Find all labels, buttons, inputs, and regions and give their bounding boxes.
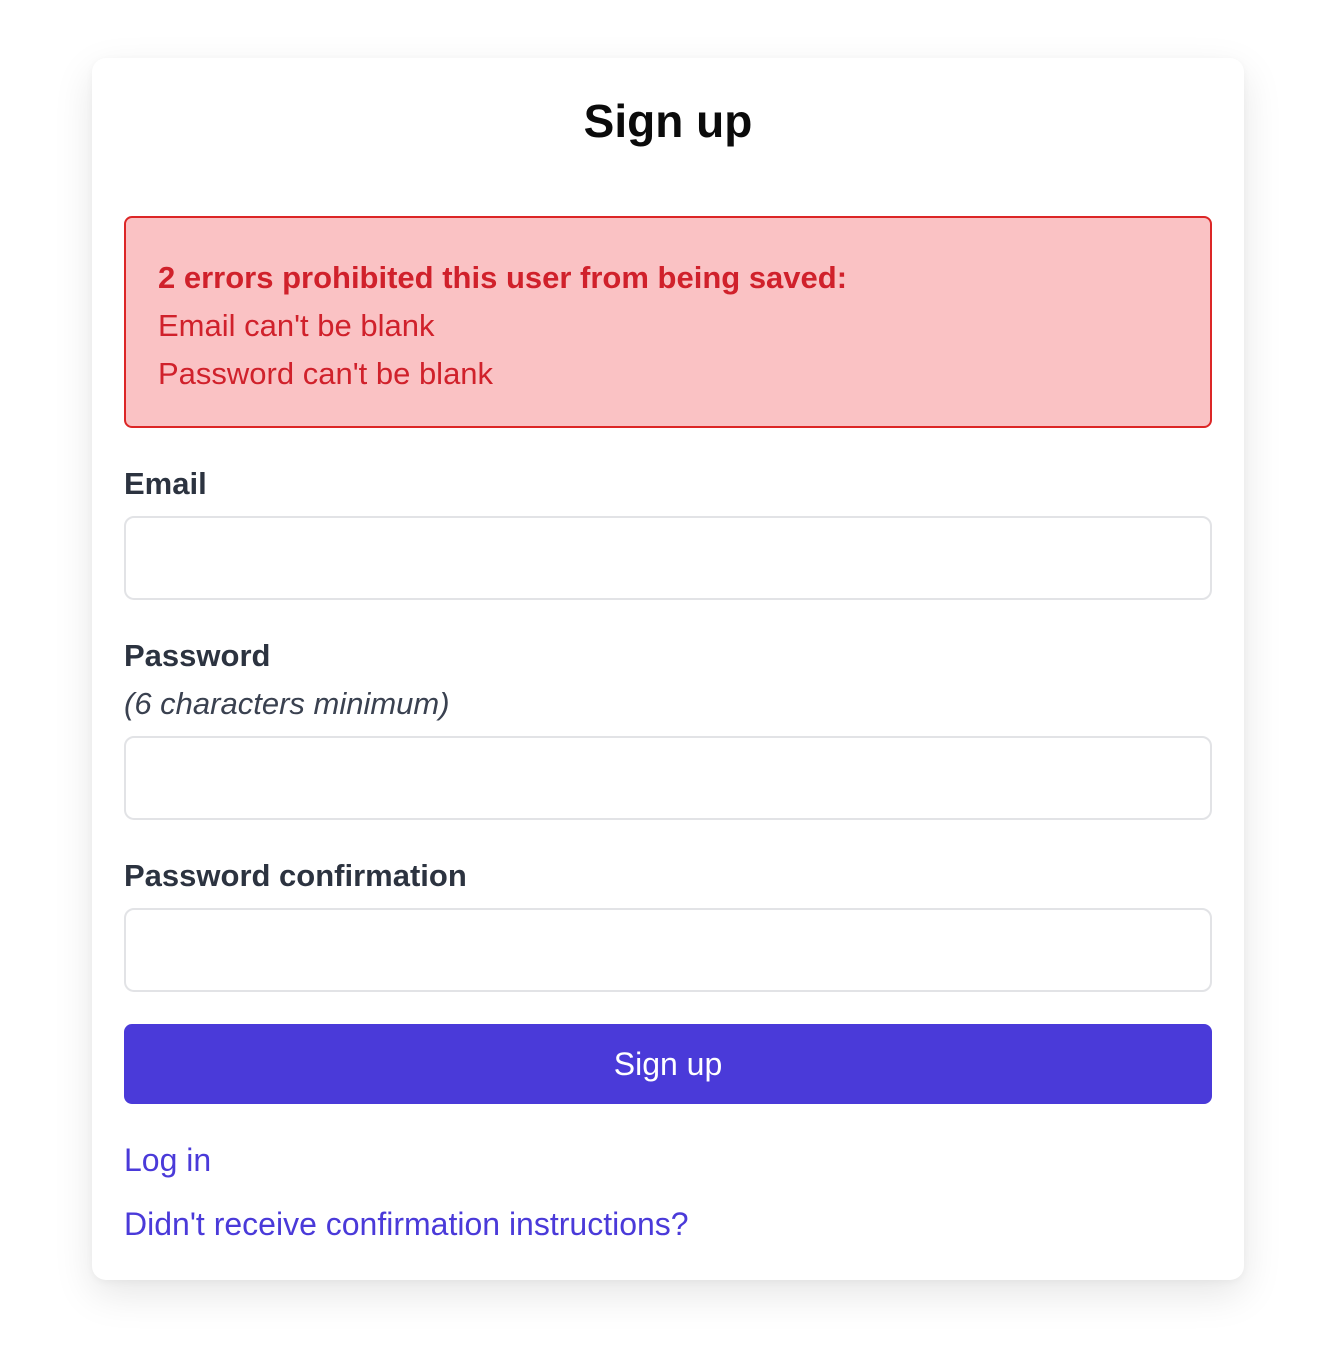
log-in-link[interactable]: Log in — [124, 1140, 211, 1180]
email-field[interactable] — [124, 516, 1212, 600]
password-field[interactable] — [124, 736, 1212, 820]
error-list: Email can't be blank Password can't be b… — [158, 302, 1178, 398]
signup-card: Sign up 2 errors prohibited this user fr… — [92, 58, 1244, 1280]
error-heading: 2 errors prohibited this user from being… — [158, 260, 848, 295]
sign-up-button[interactable]: Sign up — [124, 1024, 1212, 1104]
error-alert: 2 errors prohibited this user from being… — [124, 216, 1212, 428]
password-confirmation-label: Password confirmation — [124, 858, 467, 893]
email-label: Email — [124, 466, 207, 501]
password-confirmation-field[interactable] — [124, 908, 1212, 992]
password-label: Password — [124, 638, 271, 673]
page-title: Sign up — [583, 95, 753, 147]
error-message-email: Email can't be blank — [158, 308, 435, 343]
error-message-password: Password can't be blank — [158, 356, 494, 391]
confirmation-instructions-link[interactable]: Didn't receive confirmation instructions… — [124, 1204, 689, 1244]
password-hint: (6 characters minimum) — [124, 686, 450, 721]
